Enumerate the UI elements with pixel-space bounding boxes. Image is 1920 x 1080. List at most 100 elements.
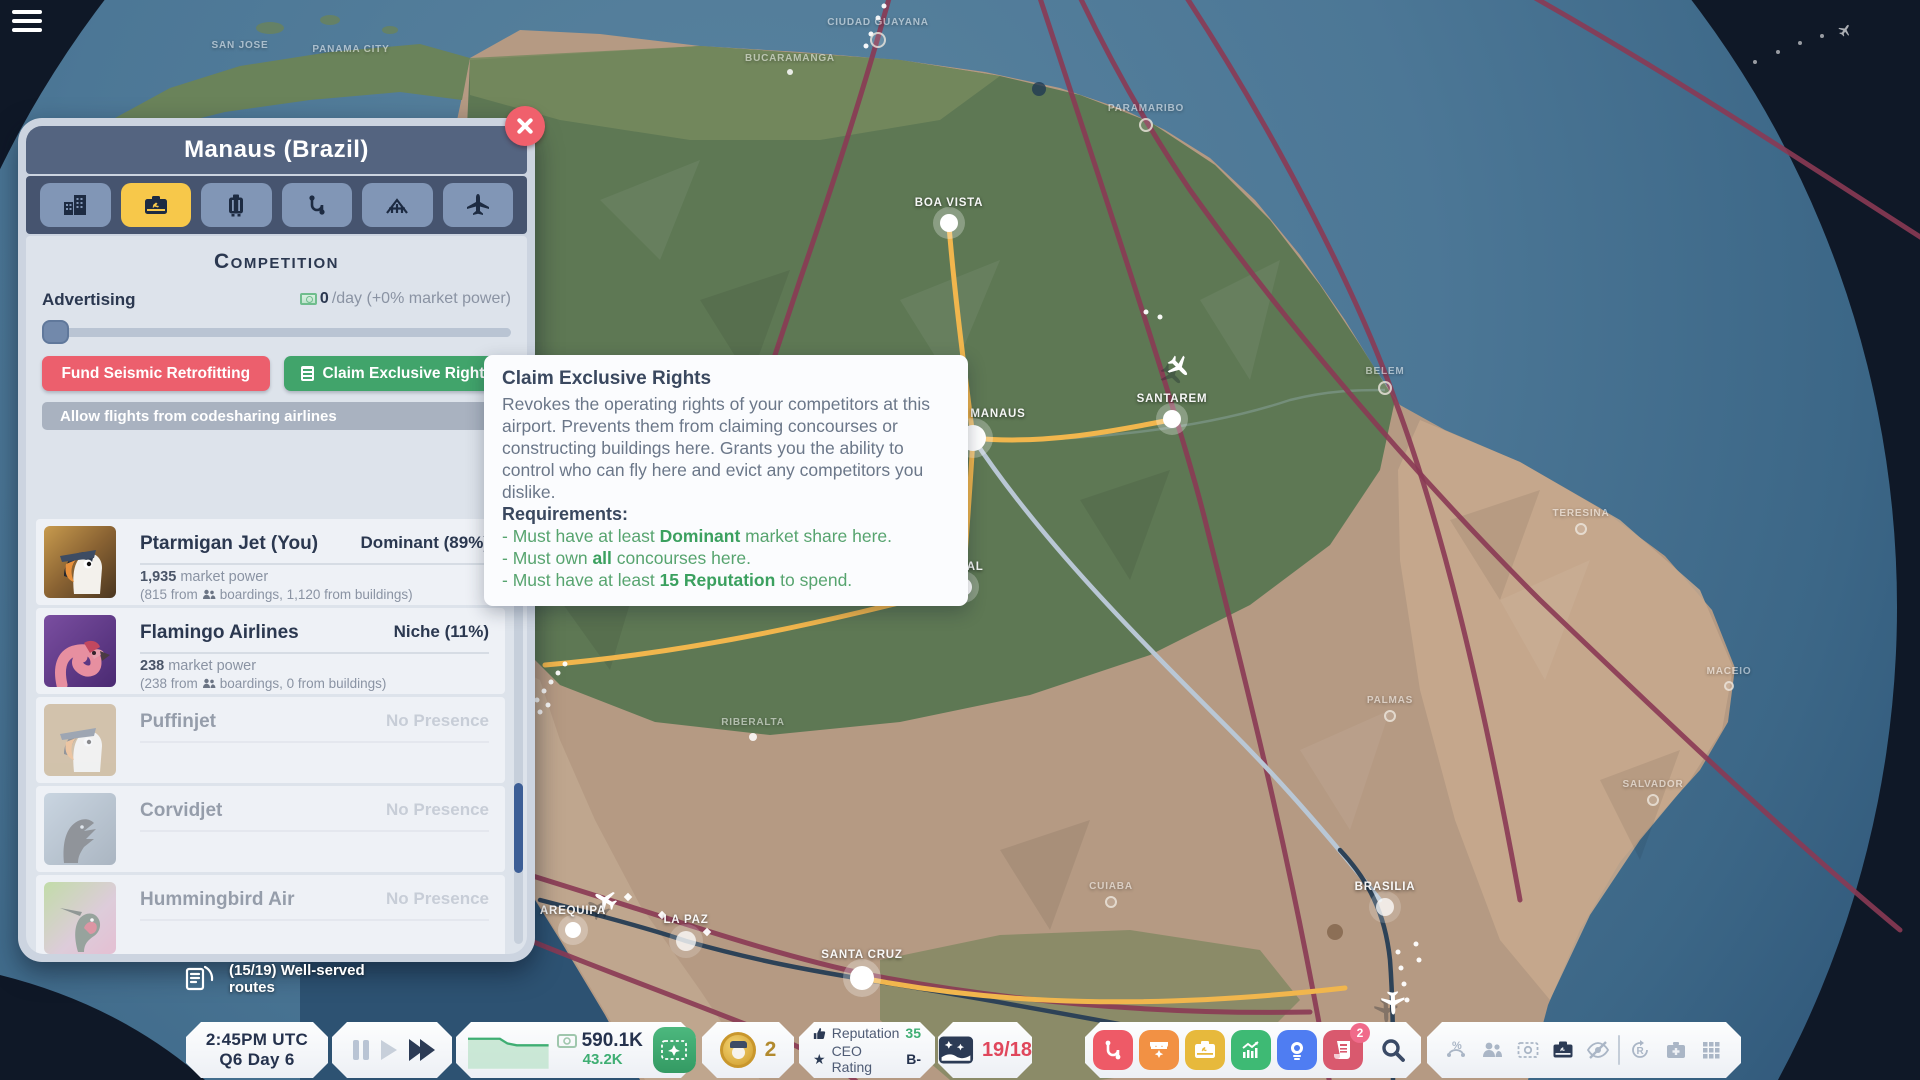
scrollbar-thumb[interactable] <box>514 783 523 873</box>
hamburger-menu-icon[interactable] <box>12 10 46 38</box>
airline-row[interactable]: Ptarmigan Jet (You)Dominant (89%) 1,935 … <box>36 519 505 605</box>
map-city-node[interactable] <box>1376 898 1394 916</box>
tooltip-title: Claim Exclusive Rights <box>502 368 950 390</box>
fleet-capacity-display[interactable]: 19/18 <box>938 1022 1032 1078</box>
search-button[interactable] <box>1375 1032 1411 1068</box>
action-buttons: 2 <box>1085 1022 1421 1078</box>
map-city-node[interactable] <box>1140 119 1152 131</box>
business-button[interactable] <box>1185 1030 1225 1070</box>
map-city-node[interactable] <box>1163 410 1181 428</box>
airline-level-display[interactable]: 2 <box>702 1022 794 1078</box>
slider-track[interactable] <box>42 328 511 337</box>
cash-icon <box>557 1034 577 1048</box>
map-city-node[interactable] <box>871 33 885 47</box>
stats-button[interactable] <box>1231 1030 1271 1070</box>
reputation-value: 35 <box>905 1025 921 1041</box>
map-city-node[interactable] <box>1106 897 1116 907</box>
airline-status: No Presence <box>386 800 489 822</box>
map-city-node[interactable] <box>850 966 874 990</box>
concourse-icon <box>384 192 410 218</box>
economy-toggle-icon[interactable] <box>1513 1035 1543 1065</box>
airline-status: Dominant (89%) <box>361 533 489 555</box>
airline-status: No Presence <box>386 711 489 733</box>
tab-business[interactable] <box>121 183 192 227</box>
play-icon[interactable] <box>381 1040 397 1060</box>
fast-forward-icon[interactable] <box>409 1039 431 1061</box>
demand-percent-toggle-icon[interactable]: % <box>1442 1035 1472 1065</box>
map-city-node[interactable] <box>1648 795 1658 805</box>
map-city-node[interactable] <box>1385 711 1395 721</box>
airline-name: Corvidjet <box>140 800 222 822</box>
airline-breakdown: (238 fromboardings, 0 from buildings) <box>140 676 386 691</box>
reputation-display[interactable]: Reputation35 ★CEO RatingB- <box>799 1022 935 1078</box>
market-button[interactable] <box>1139 1030 1179 1070</box>
hide-ui-toggle-icon[interactable] <box>1583 1035 1613 1065</box>
globe-limb-shadow <box>0 975 205 1080</box>
airline-level-value: 2 <box>765 1038 777 1062</box>
tooltip-requirement: - Must have at least 15 Reputation to sp… <box>502 569 950 591</box>
briefcase-plane-icon <box>143 192 169 218</box>
population-toggle-icon[interactable] <box>1477 1035 1507 1065</box>
timeline-toggle-icon[interactable] <box>1696 1035 1726 1065</box>
tab-luggage[interactable] <box>201 183 272 227</box>
tooltip-requirement: - Must own all concourses here. <box>502 547 950 569</box>
map-city-node[interactable] <box>676 931 696 951</box>
cash-value: 590.1K <box>582 1031 643 1050</box>
pause-icon[interactable] <box>353 1040 369 1060</box>
thumbs-up-icon <box>813 1026 826 1041</box>
luggage-icon <box>223 192 249 218</box>
services-toggle-icon[interactable] <box>1661 1035 1691 1065</box>
route-icon <box>304 192 330 218</box>
map-city-node[interactable] <box>787 69 793 75</box>
advertising-value: 0/day (+0% market power) <box>300 290 511 308</box>
tab-concourse[interactable] <box>362 183 433 227</box>
restart-toggle-icon[interactable]: R <box>1625 1035 1655 1065</box>
star-icon: ★ <box>813 1051 826 1067</box>
airline-row[interactable]: Puffinjet No Presence <box>36 697 505 783</box>
business-layer-toggle-icon[interactable] <box>1548 1035 1578 1065</box>
map-city-node[interactable] <box>1379 382 1391 394</box>
close-icon[interactable] <box>505 106 545 146</box>
finances-button[interactable] <box>653 1027 696 1073</box>
airline-row[interactable]: Hummingbird AirNo Presence <box>36 875 505 954</box>
slider-handle[interactable] <box>42 320 69 344</box>
tab-buildings[interactable] <box>40 183 111 227</box>
buildings-icon <box>62 192 88 218</box>
speed-controls <box>332 1022 452 1078</box>
claim-exclusive-rights-button[interactable]: Claim Exclusive Rights <box>284 356 512 391</box>
airline-list: Ptarmigan Jet (You)Dominant (89%) 1,935 … <box>36 519 505 946</box>
map-city-node[interactable] <box>1725 682 1733 690</box>
airline-avatar <box>44 793 116 865</box>
ideas-button[interactable] <box>1277 1030 1317 1070</box>
airline-avatar <box>44 704 116 776</box>
tab-routes[interactable] <box>282 183 353 227</box>
map-city-node[interactable] <box>940 214 958 232</box>
game-screen: Boa VistaManausSantaremNatalBelemCiudad … <box>0 0 1920 1080</box>
advertising-slider[interactable] <box>42 320 511 344</box>
routes-notification[interactable]: (15/19) Well-servedroutes <box>183 962 365 996</box>
codeshare-toggle-button[interactable]: Allow flights from codesharing airlines <box>42 402 511 430</box>
claim-rights-tooltip: Claim Exclusive Rights Revokes the opera… <box>484 355 968 606</box>
news-button[interactable]: 2 <box>1323 1030 1363 1070</box>
clock-time: 2:45PM UTC <box>206 1030 308 1050</box>
money-display: 590.1K 43.2K <box>456 1022 696 1078</box>
map-city-node[interactable] <box>749 733 757 741</box>
contract-icon <box>301 366 314 381</box>
panel-body: Competition Advertising 0/day (+0% marke… <box>26 236 527 954</box>
airline-row[interactable]: Corvidjet No Presence <box>36 786 505 872</box>
cash-trend-sparkline <box>468 1030 549 1070</box>
airline-breakdown: (815 fromboardings, 1,120 from buildings… <box>140 587 413 602</box>
ceo-rating-value: B- <box>906 1051 921 1067</box>
map-city-node[interactable] <box>1576 524 1586 534</box>
airline-row[interactable]: Flamingo AirlinesNiche (11%) 238 market … <box>36 608 505 694</box>
map-city-node[interactable] <box>565 922 581 938</box>
notification-text: (15/19) Well-servedroutes <box>229 962 365 996</box>
fund-seismic-button[interactable]: Fund Seismic Retrofitting <box>42 356 270 391</box>
svg-text:R: R <box>1637 1046 1645 1057</box>
routes-button[interactable] <box>1093 1030 1133 1070</box>
airline-name: Puffinjet <box>140 711 216 733</box>
money-icon <box>300 293 317 305</box>
tab-aircraft[interactable] <box>443 183 514 227</box>
cash-delta: 43.2K <box>583 1050 623 1069</box>
fleet-capacity-value: 19/18 <box>982 1039 1032 1062</box>
